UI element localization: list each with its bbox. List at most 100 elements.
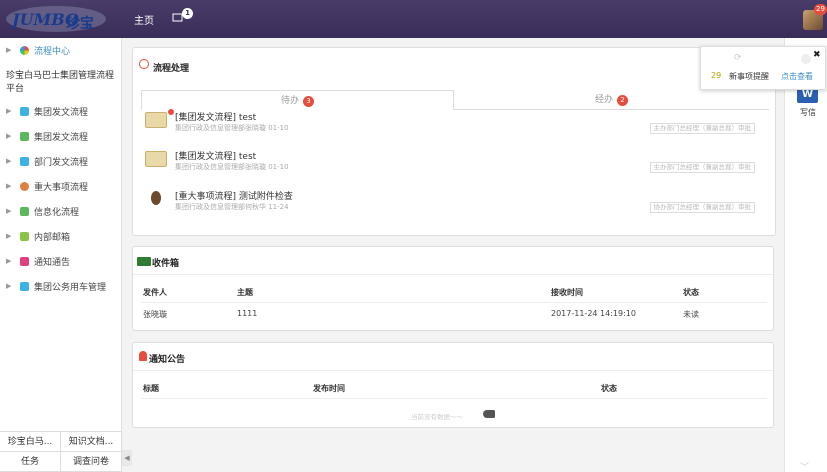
list-item[interactable]: [重大事项流程] 测试附件检查 集团行政及信息管理部何秋华 11-24 协办部门… <box>145 187 765 221</box>
column-header-title: 标题 <box>143 384 159 393</box>
book-icon <box>20 206 29 216</box>
cell-sender: 张晓璇 <box>143 310 167 319</box>
divider <box>141 398 767 399</box>
collapse-sidebar-button[interactable]: ◀ <box>122 450 132 466</box>
sidebar-item-label: 集团公务用车管理 <box>34 282 107 293</box>
book-icon <box>20 131 29 141</box>
flow-item-step: 协办部门总经理（兼副总裁）审批 <box>649 202 755 213</box>
sidebar-item-label: 集团发文流程 <box>34 132 89 143</box>
flow-item-step: 主办部门总经理（兼副总裁）审批 <box>649 123 755 134</box>
shortcut-zhenbao[interactable]: 珍宝白马... <box>0 432 61 452</box>
folder-icon <box>145 151 167 167</box>
column-header-received: 接收时间 <box>551 288 583 297</box>
tab-pending[interactable]: 待办 3 <box>141 90 454 110</box>
rocket-icon <box>483 410 495 418</box>
folder-icon <box>145 112 167 128</box>
sidebar-item-label: 重大事项流程 <box>34 182 89 193</box>
sidebar-item-label: 内部邮箱 <box>34 232 71 243</box>
sidebar-item-group-dispatch-2[interactable]: ▶ 集团发文流程 <box>0 127 122 145</box>
close-icon[interactable]: ✖ <box>813 50 821 60</box>
alarm-clock-icon <box>139 59 149 69</box>
shortcut-tasks[interactable]: 任务 <box>0 452 61 472</box>
nav-home-link[interactable]: 主页 <box>134 12 154 27</box>
sidebar-shortcuts: 珍宝白马... 知识文档... 任务 调查问卷 <box>0 431 122 472</box>
panel-title: 通知公告 <box>149 355 186 365</box>
divider <box>133 274 773 275</box>
unread-dot <box>168 109 174 115</box>
org-name: 珍宝白马巴士集团管理流程平台 <box>6 71 115 94</box>
column-header-status: 状态 <box>683 288 699 297</box>
inbox-icon <box>137 257 151 266</box>
shortcut-survey[interactable]: 调查问卷 <box>61 452 122 472</box>
list-item[interactable]: [集团发文流程] test 集团行政及信息管理部张晓璇 01-10 主办部门总经… <box>145 108 765 142</box>
mail-icon <box>20 231 29 241</box>
caret-right-icon: ▶ <box>6 157 12 165</box>
column-header-publish-time: 发布时间 <box>313 384 345 393</box>
settings-icon[interactable] <box>801 54 811 64</box>
sidebar-item-label: 部门发文流程 <box>34 157 89 168</box>
message-badge: 1 <box>182 8 193 19</box>
flow-panel: 流程处理 待办 3 经办 2 [集团发文流程] test 集团行政及信息管理部张晓璇… <box>132 47 776 236</box>
sidebar-item-major-matters[interactable]: ▶ 重大事项流程 <box>0 177 122 195</box>
tab-pending-label: 待办 <box>280 96 299 106</box>
caret-right-icon: ▶ <box>6 257 12 265</box>
sidebar-item-label: 通知通告 <box>34 257 71 268</box>
inbox-panel: 收件箱 发件人 主题 接收时间 状态 张晓璇 1111 2017-11-24 1… <box>132 246 774 331</box>
caret-right-icon: ▶ <box>6 232 12 240</box>
caret-right-icon: ▶ <box>6 207 12 215</box>
sidebar-item-internal-mail[interactable]: ▶ 内部邮箱 <box>0 227 122 245</box>
divider <box>133 370 773 371</box>
sidebar-item-flow-center[interactable]: ▶ 流程中心 <box>0 41 122 59</box>
notify-view-link[interactable]: 点击查看 <box>781 71 813 82</box>
column-header-sender: 发件人 <box>143 288 167 297</box>
tab-pending-badge: 3 <box>303 96 314 107</box>
bell-icon <box>139 351 147 361</box>
caret-right-icon: ▶ <box>6 182 12 190</box>
write-letter-label[interactable]: 写信 <box>800 107 816 118</box>
flow-tabs: 待办 3 经办 2 <box>141 90 769 110</box>
tab-handled[interactable]: 经办 2 <box>454 90 769 110</box>
flow-item-sub: 集团行政及信息管理部张晓璇 01-10 <box>175 124 289 132</box>
tab-handled-badge: 2 <box>617 95 628 106</box>
avatar-badge: 29 <box>814 4 827 15</box>
chat-icon <box>20 256 29 266</box>
cell-received: 2017-11-24 14:19:10 <box>551 309 636 318</box>
sidebar-item-notices[interactable]: ▶ 通知通告 <box>0 252 122 270</box>
sidebar-item-label: 集团发文流程 <box>34 107 89 118</box>
cell-status: 未读 <box>683 310 699 319</box>
refresh-icon[interactable]: ⟳ <box>734 53 742 63</box>
shortcut-knowledge-docs[interactable]: 知识文档... <box>61 432 122 452</box>
cell-subject: 1111 <box>237 309 258 318</box>
flow-item-step: 主办部门总经理（兼副总裁）审批 <box>649 162 755 173</box>
list-item[interactable]: [集团发文流程] test 集团行政及信息管理部张晓璇 01-10 主办部门总经… <box>145 147 765 181</box>
caret-right-icon: ▶ <box>6 282 12 290</box>
column-header-status: 状态 <box>601 384 617 393</box>
notify-count: 29 <box>711 71 722 80</box>
document-icon <box>20 106 29 116</box>
sidebar-item-vehicle-mgmt[interactable]: ▶ 集团公务用车管理 <box>0 277 122 295</box>
tab-handled-label: 经办 <box>594 95 613 105</box>
sidebar-item-label: 信息化流程 <box>34 207 80 218</box>
flow-item-title: [集团发文流程] test <box>175 152 257 162</box>
sidebar-item-label: 流程中心 <box>34 46 71 57</box>
document-icon <box>20 156 29 166</box>
jumbo-logo[interactable]: JUMBO 珍宝 <box>4 3 108 35</box>
edit-icon <box>20 281 29 291</box>
sidebar-item-dept-dispatch[interactable]: ▶ 部门发文流程 <box>0 152 122 170</box>
panel-title: 收件箱 <box>152 259 180 269</box>
caret-right-icon: ▶ <box>6 107 12 115</box>
flow-item-sub: 集团行政及信息管理部张晓璇 01-10 <box>175 163 289 171</box>
group-icon <box>20 181 29 191</box>
flow-item-title: [重大事项流程] 测试附件检查 <box>175 192 293 202</box>
sidebar-item-group-dispatch-1[interactable]: ▶ 集团发文流程 <box>0 102 122 120</box>
right-rail <box>784 38 827 472</box>
flow-item-sub: 集团行政及信息管理部何秋华 11-24 <box>175 203 289 211</box>
notice-panel: 通知公告 标题 发布时间 状态 当前没有数据～～ <box>132 342 774 428</box>
flow-center-icon <box>20 45 29 55</box>
flow-item-title: [集团发文流程] test <box>175 113 257 123</box>
sidebar-item-it-flow[interactable]: ▶ 信息化流程 <box>0 202 122 220</box>
sidebar: ▶ 流程中心 珍宝白马巴士集团管理流程平台 ▶ 集团发文流程 ▶ 集团发文流程 … <box>0 38 122 472</box>
caret-right-icon: ▶ <box>6 46 12 54</box>
divider <box>141 302 767 303</box>
scroll-down-icon[interactable]: ﹀ <box>800 460 809 472</box>
